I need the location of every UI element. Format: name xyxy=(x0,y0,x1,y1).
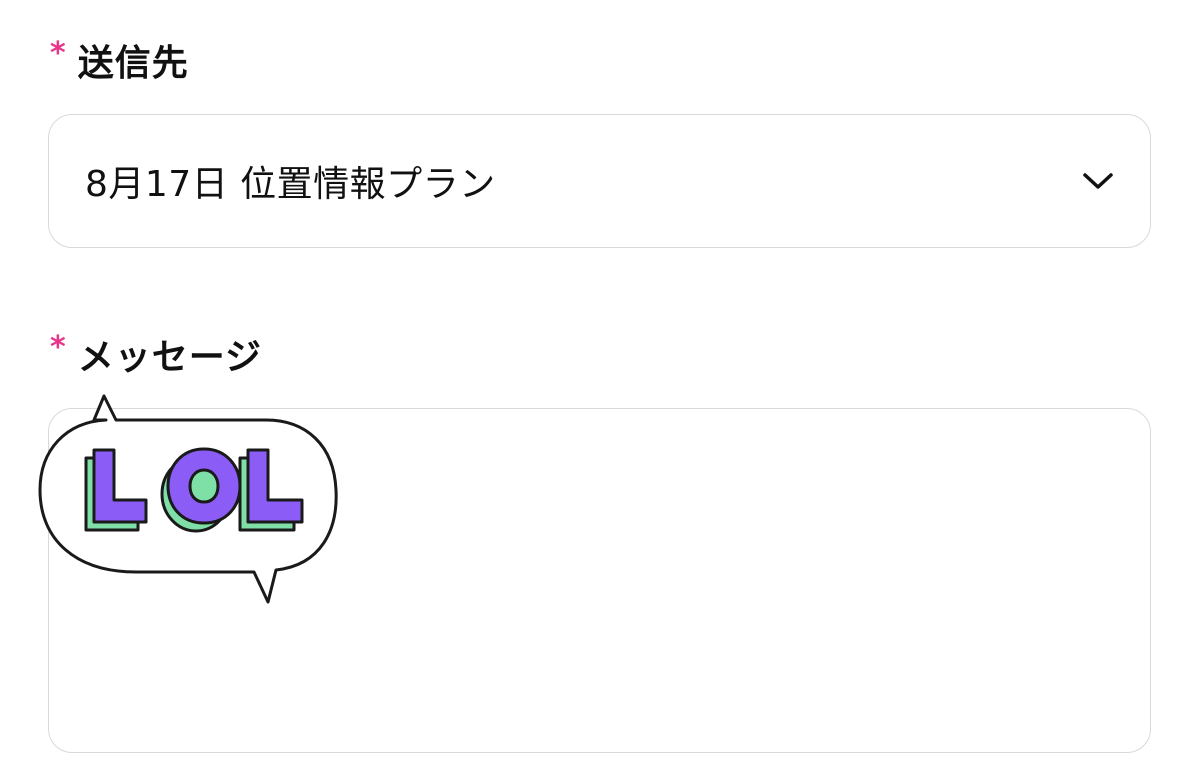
recipient-label: * 送信先 xyxy=(50,36,189,85)
message-form: * 送信先 8月17日 位置情報プラン * メッセージ LOL xyxy=(0,0,1200,784)
message-label: * メッセージ xyxy=(50,330,262,379)
speech-bubble-icon xyxy=(38,394,338,604)
required-mark: * xyxy=(50,330,66,365)
lol-sticker[interactable]: LOL xyxy=(36,390,346,610)
recipient-label-text: 送信先 xyxy=(77,43,189,84)
recipient-select[interactable]: 8月17日 位置情報プラン xyxy=(48,114,1151,248)
recipient-select-value: 8月17日 位置情報プラン xyxy=(85,164,496,205)
chevron-down-icon[interactable] xyxy=(1082,165,1114,197)
message-label-text: メッセージ xyxy=(77,337,262,378)
required-mark: * xyxy=(50,36,66,71)
